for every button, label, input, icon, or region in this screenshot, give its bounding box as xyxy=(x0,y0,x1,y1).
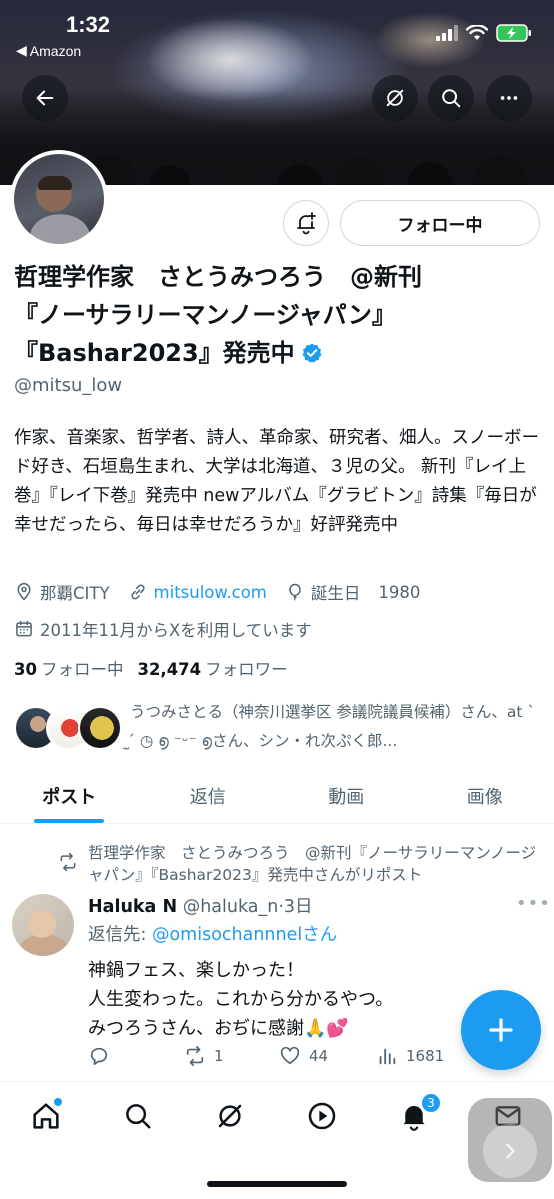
followers-label: フォロワー xyxy=(205,660,288,679)
reply-to-handle[interactable]: @omisochannnelさん xyxy=(152,925,337,945)
like-count: 44 xyxy=(309,1047,329,1065)
notify-button[interactable] xyxy=(283,200,329,246)
display-name-line-3: 『Bashar2023』発売中 xyxy=(14,339,295,367)
profile-bio: 作家、音楽家、哲学者、詩人、革命家、研究者、畑人。スノーボード好き、石垣島生まれ… xyxy=(14,428,539,535)
reply-action[interactable] xyxy=(88,1045,110,1067)
follow-counts: 30 フォロー中 32,474 フォロワー xyxy=(14,656,288,680)
chevron-right-icon xyxy=(506,1143,515,1159)
display-name-line-1: 哲理学作家 さとうみつろう @新刊 xyxy=(14,263,422,291)
profile-website-link[interactable]: mitsulow.com xyxy=(154,583,267,602)
reply-to-line: 返信先: @omisochannnelさん xyxy=(88,921,337,946)
status-icons xyxy=(436,24,532,42)
verified-badge-icon[interactable] xyxy=(301,342,323,364)
display-name-line-2: 『ノーサラリーマンノージャパン』 xyxy=(14,301,396,329)
balloon-icon xyxy=(289,583,301,601)
battery-charging-icon xyxy=(496,24,531,42)
profile-handle: @mitsu_low xyxy=(14,375,123,396)
back-app-label: Amazon xyxy=(29,42,82,59)
search-icon xyxy=(442,89,461,108)
assistive-touch-button[interactable] xyxy=(483,1124,537,1178)
tweet-header: Haluka N @haluka_n·3日 xyxy=(88,893,528,918)
profile-tabs: ポスト 返信 動画 画像 xyxy=(0,768,554,824)
profile-location: 那覇CITY xyxy=(40,584,110,603)
following-label: フォロー中 xyxy=(40,660,124,679)
back-to-app-link[interactable]: ◀ Amazon xyxy=(16,42,81,59)
following-count-link[interactable]: 30 フォロー中 xyxy=(14,656,123,680)
tab-replies[interactable]: 返信 xyxy=(139,768,278,823)
grok-button[interactable] xyxy=(372,75,418,121)
grok-icon xyxy=(386,89,404,107)
like-action[interactable]: 44 xyxy=(279,1045,328,1067)
followers-count-link[interactable]: 32,474 フォロワー xyxy=(137,656,287,680)
repost-count: 1 xyxy=(214,1047,224,1065)
nav-home[interactable] xyxy=(26,1096,66,1136)
status-time: 1:32 xyxy=(66,12,111,37)
birthday-year: 1980 xyxy=(378,582,421,602)
back-button[interactable] xyxy=(22,75,68,121)
more-horizontal-icon xyxy=(500,96,518,100)
tweet-time[interactable]: ·3日 xyxy=(278,897,312,917)
nav-video[interactable] xyxy=(302,1096,342,1136)
grok-icon xyxy=(218,1104,242,1128)
followers-you-know[interactable]: うつみさとる（神奈川選挙区 参議院議員候補）さん、at ˋ ̫ ́ ◷ ൭ ⁻ᵕ… xyxy=(14,698,544,764)
link-icon xyxy=(130,584,145,600)
tweet-author-name[interactable]: Haluka N xyxy=(88,897,177,917)
nav-grok[interactable] xyxy=(210,1096,250,1136)
views-count: 1681 xyxy=(406,1047,445,1065)
home-indicator[interactable] xyxy=(207,1181,347,1187)
following-count: 30 xyxy=(14,660,37,679)
play-circle-icon xyxy=(308,1102,336,1130)
joined-date: 2011年11月からXを利用しています xyxy=(40,621,312,640)
tweet-author-avatar[interactable] xyxy=(12,894,74,956)
search-button[interactable] xyxy=(428,75,474,121)
display-name: 哲理学作家 さとうみつろう @新刊 『ノーサラリーマンノージャパン』 『Bash… xyxy=(14,258,544,372)
repost-action-icon xyxy=(186,1046,204,1066)
views-chart-icon xyxy=(379,1048,396,1065)
bell-plus-icon xyxy=(297,212,316,235)
birthday-label: 誕生日 xyxy=(310,584,361,603)
followers-count: 32,474 xyxy=(137,660,202,679)
plus-icon xyxy=(489,1018,513,1042)
heart-icon xyxy=(280,1046,300,1065)
notifications-badge: 3 xyxy=(420,1092,442,1114)
follower-avatar xyxy=(78,706,122,750)
profile-meta-row: 那覇CITY mitsulow.com 誕生日 1980 xyxy=(14,580,420,604)
tab-media[interactable]: 画像 xyxy=(416,768,554,823)
repost-action[interactable]: 1 xyxy=(184,1045,224,1067)
display-name-line-3-row: 『Bashar2023』発売中 xyxy=(14,334,544,372)
location-pin-icon xyxy=(17,582,31,601)
following-button[interactable]: フォロー中 xyxy=(340,200,540,246)
profile-avatar[interactable] xyxy=(10,150,108,248)
repost-context[interactable]: 哲理学作家 さとうみつろう @新刊『ノーサラリーマンノージャパン』『Bashar… xyxy=(88,842,538,886)
calendar-icon xyxy=(16,620,32,637)
nav-search[interactable] xyxy=(118,1096,158,1136)
views-action[interactable]: 1681 xyxy=(376,1045,444,1067)
reply-bubble-icon xyxy=(90,1047,108,1066)
arrow-left-icon xyxy=(36,90,54,106)
tweet-author-handle[interactable]: @haluka_n xyxy=(183,897,279,917)
repost-icon xyxy=(60,852,76,872)
joined-row: 2011年11月からXを利用しています xyxy=(14,617,312,641)
followers-you-know-text: うつみさとる（神奈川選挙区 参議院議員候補）さん、at ˋ ̫ ́ ◷ ൭ ⁻ᵕ… xyxy=(130,703,536,750)
tweet-more-icon[interactable]: ••• xyxy=(516,893,551,914)
wifi-icon xyxy=(466,25,488,40)
more-options-button[interactable] xyxy=(486,75,532,121)
tab-posts[interactable]: ポスト xyxy=(0,768,139,823)
search-icon xyxy=(126,1104,151,1129)
reply-to-prefix: 返信先: xyxy=(88,925,152,945)
tab-videos[interactable]: 動画 xyxy=(277,768,416,823)
nav-notifications[interactable]: 3 xyxy=(394,1092,442,1136)
home-unread-dot xyxy=(54,1098,62,1106)
compose-post-button[interactable] xyxy=(461,990,541,1070)
cellular-signal-icon xyxy=(436,25,458,41)
followers-you-know-avatars xyxy=(14,706,124,752)
back-triangle-icon: ◀ xyxy=(16,42,27,58)
assistive-touch-overlay[interactable] xyxy=(468,1098,552,1182)
status-bar: 1:32 ◀ Amazon xyxy=(0,0,554,60)
